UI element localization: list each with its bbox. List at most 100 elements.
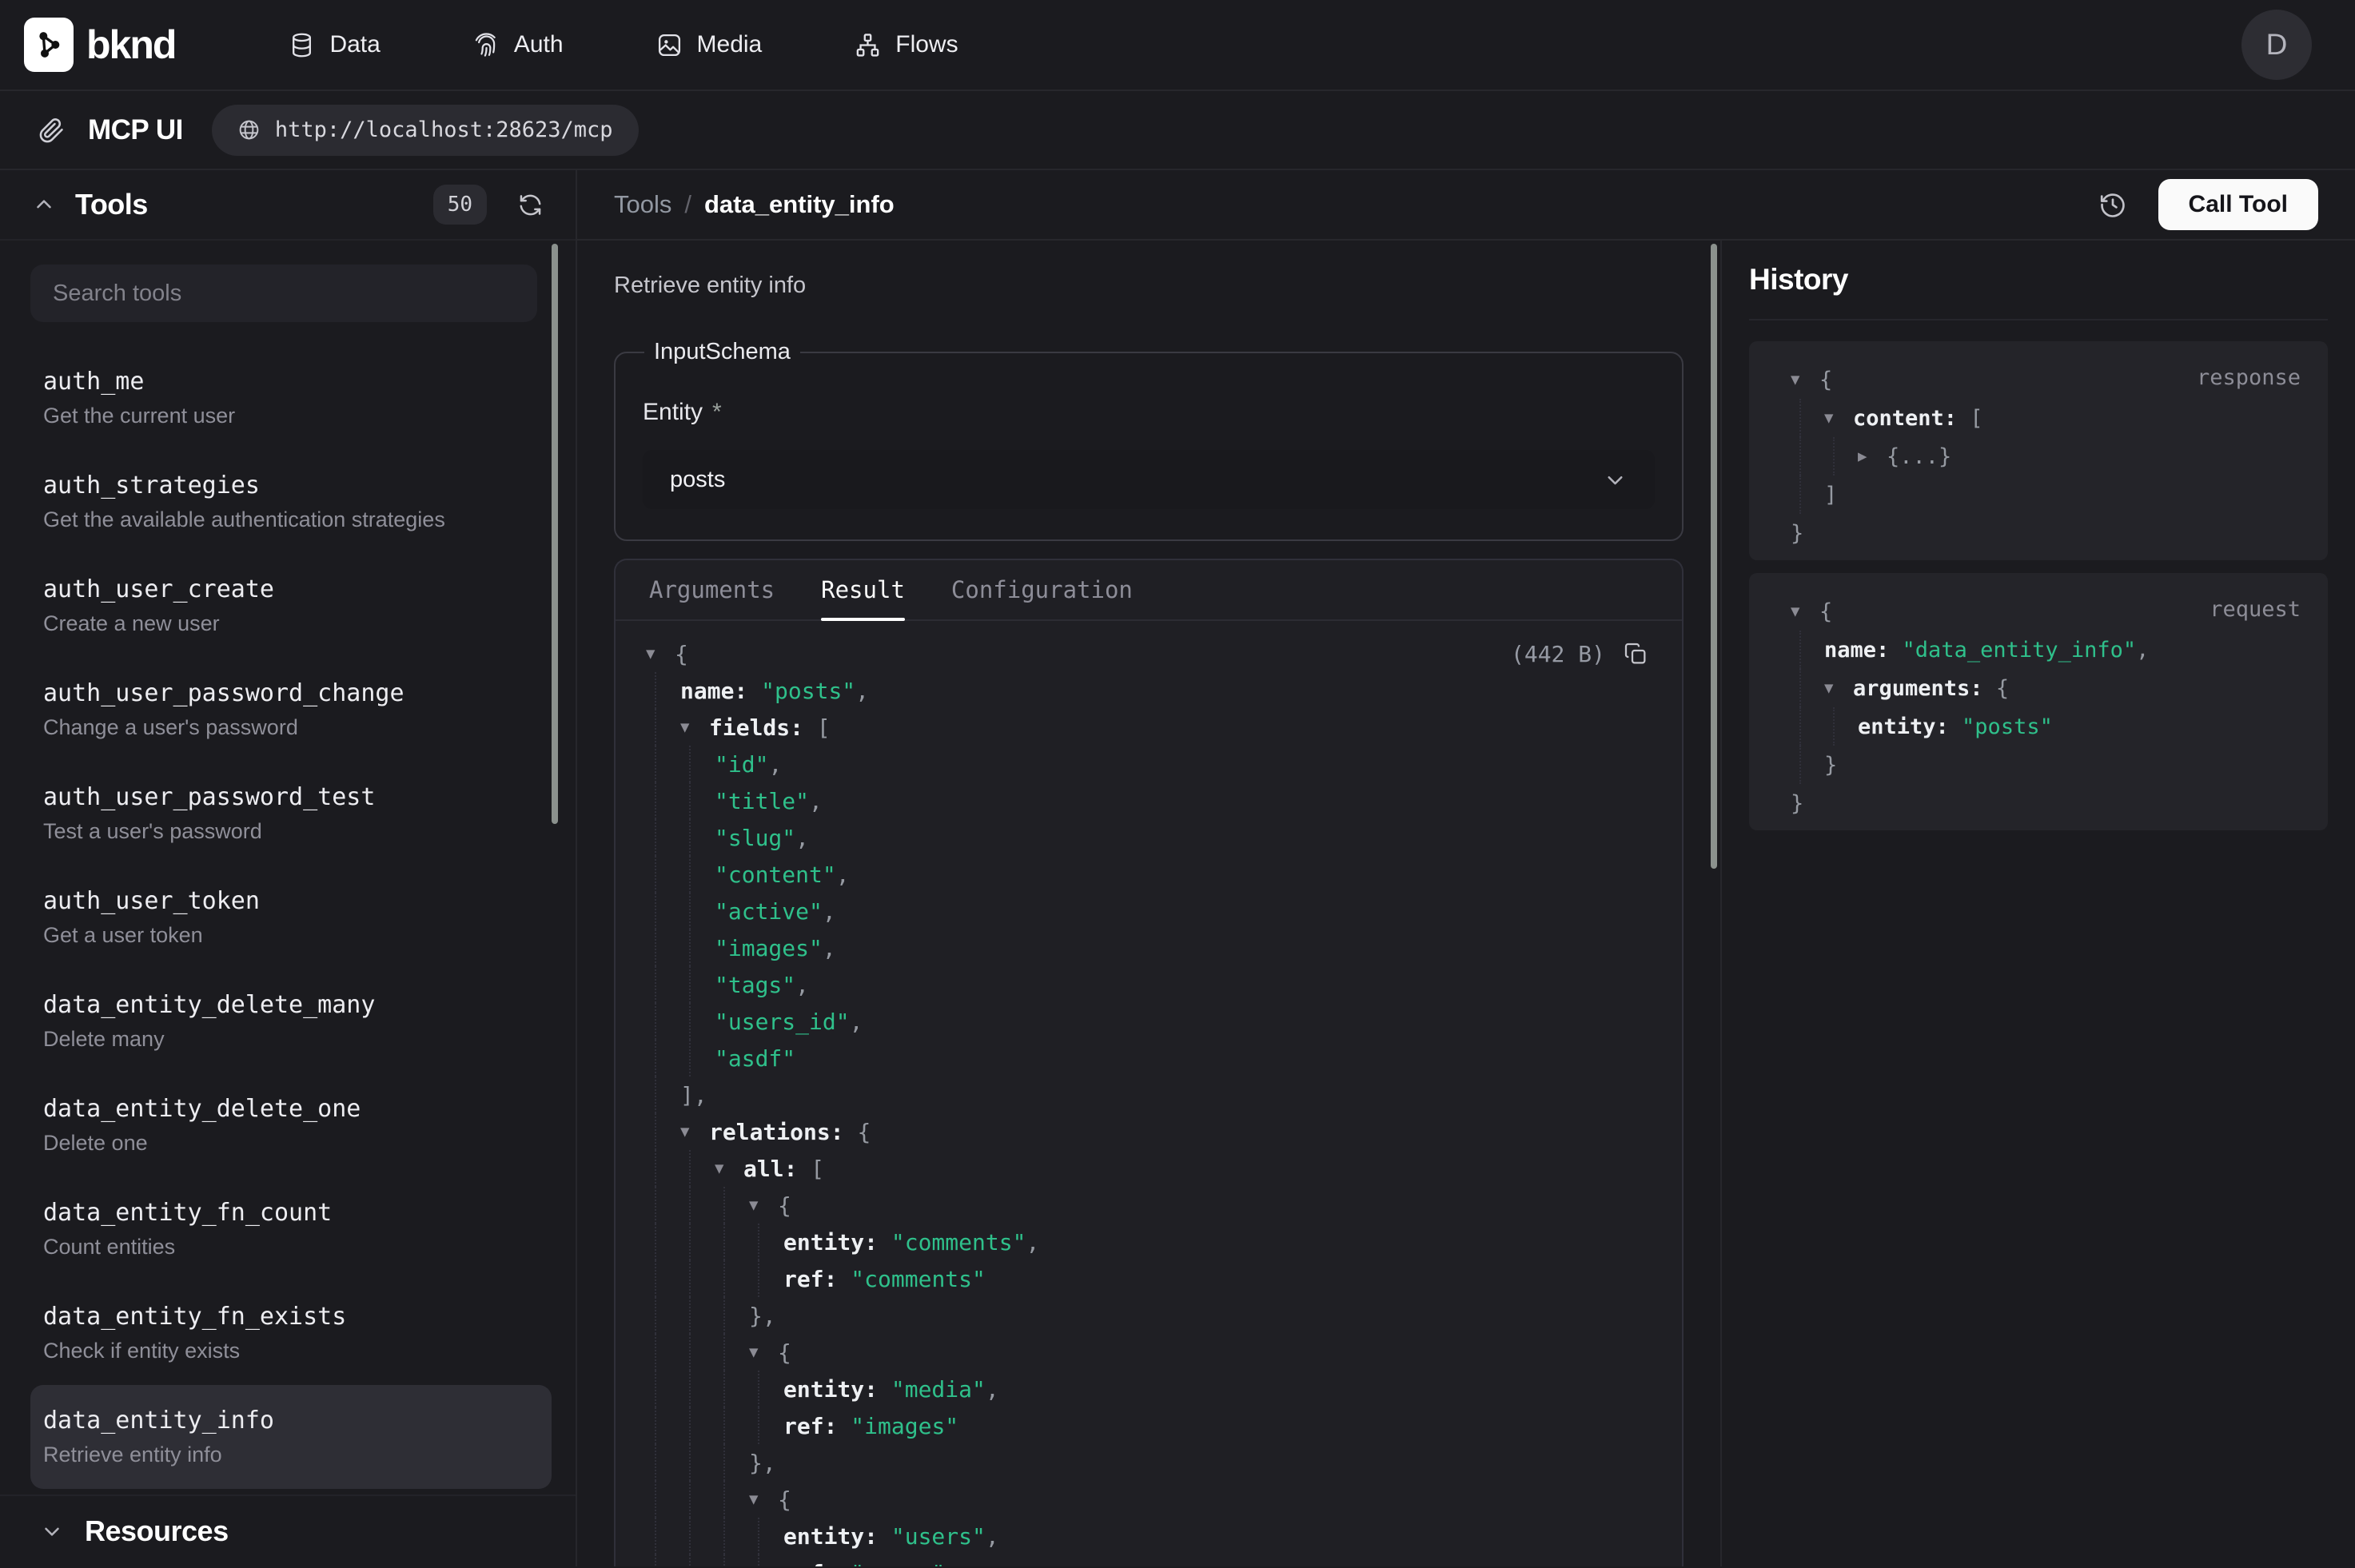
breadcrumb-section[interactable]: Tools (614, 190, 671, 219)
collapse-arrow-icon[interactable]: ▼ (1824, 409, 1853, 427)
json-token: [ (811, 1156, 824, 1182)
json-token: [ (817, 714, 831, 741)
tab-configuration[interactable]: Configuration (951, 560, 1133, 619)
tools-count-badge: 50 (433, 185, 487, 225)
collapse-arrow-icon[interactable]: ▼ (680, 1123, 709, 1140)
call-tool-button[interactable]: Call Tool (2158, 179, 2318, 230)
indent-guide (689, 1224, 691, 1260)
collapse-arrow-icon[interactable]: ▼ (749, 1196, 778, 1214)
collapse-arrow-icon[interactable]: ▼ (1824, 679, 1853, 697)
tool-list-item[interactable]: data_entity_fn_existsCheck if entity exi… (30, 1281, 552, 1385)
tool-list-item[interactable]: auth_user_password_testTest a user's pas… (30, 762, 552, 866)
json-token: , (823, 935, 836, 961)
tool-list-item[interactable]: auth_user_tokenGet a user token (30, 866, 552, 969)
history-card[interactable]: response▼{▼content: [▶{...}]} (1749, 341, 2328, 560)
json-token: "content" (715, 862, 836, 888)
json-token: content: (1853, 406, 1970, 431)
json-line: ▶{...} (1771, 437, 2301, 476)
json-token: { (1996, 676, 2009, 701)
json-line: ref: "users" (616, 1554, 1682, 1566)
tab-arguments[interactable]: Arguments (649, 560, 775, 619)
collapse-arrow-icon[interactable]: ▼ (1791, 371, 1819, 388)
collapse-arrow-icon[interactable]: ▼ (749, 1343, 778, 1361)
indent-guide (689, 1150, 691, 1187)
indent-guide (758, 1407, 759, 1444)
json-token: "posts" (761, 678, 855, 704)
nav-item-data[interactable]: Data (289, 31, 380, 58)
collapse-arrow-icon[interactable]: ▼ (1791, 603, 1819, 620)
json-token: "data_entity_info" (1903, 638, 2137, 663)
indent-guide (723, 1297, 725, 1334)
json-token: , (2136, 638, 2149, 663)
indent-guide (723, 1187, 725, 1224)
server-url-pill[interactable]: http://localhost:28623/mcp (212, 105, 639, 156)
json-token: "images" (851, 1413, 958, 1439)
json-token: relations: (709, 1119, 857, 1145)
json-line: ref: "comments" (616, 1260, 1682, 1297)
collapse-arrow-icon[interactable]: ▼ (646, 645, 675, 663)
copy-icon[interactable] (1623, 641, 1648, 667)
nav-item-media[interactable]: Media (656, 31, 763, 58)
nav-item-flows[interactable]: Flows (855, 31, 958, 58)
collapse-arrow-icon[interactable]: ▼ (749, 1490, 778, 1508)
indent-guide (723, 1481, 725, 1518)
json-token: , (768, 751, 782, 778)
tool-list-item[interactable]: data_entity_delete_manyDelete many (30, 969, 552, 1073)
result-size-label: (442 B) (1511, 641, 1605, 667)
nav-item-auth[interactable]: Auth (473, 31, 564, 58)
result-panel: Arguments Result Configuration ▼{(442 B)… (614, 559, 1684, 1566)
indent-guide (655, 782, 656, 819)
json-line: name: "posts", (616, 672, 1682, 709)
json-token: { (675, 641, 688, 667)
json-token: { (1819, 368, 1832, 392)
json-token: {...} (1887, 444, 1951, 469)
tab-result[interactable]: Result (821, 560, 905, 619)
app-frame: Tools 50 auth_meGet the current userauth… (0, 170, 2355, 1566)
tool-list-item[interactable]: data_entity_delete_oneDelete one (30, 1073, 552, 1177)
indent-guide (758, 1518, 759, 1554)
input-schema-fieldset: InputSchema Entity* posts (614, 339, 1684, 541)
brand[interactable]: bknd (24, 18, 175, 72)
tool-list-item[interactable]: auth_strategiesGet the available authent… (30, 450, 552, 554)
tool-description: Count entities (43, 1233, 540, 1260)
resources-section-header[interactable]: Resources (0, 1494, 576, 1566)
indent-guide (655, 746, 656, 782)
indent-guide (689, 1554, 691, 1566)
chevron-up-icon[interactable] (32, 193, 56, 217)
bknd-logo-icon (24, 18, 74, 72)
indent-guide (689, 1187, 691, 1224)
indent-guide (655, 1554, 656, 1566)
clock-history-icon[interactable] (2098, 189, 2128, 220)
indent-guide (689, 1481, 691, 1518)
nav-label: Data (329, 31, 380, 58)
json-token: { (1819, 599, 1832, 624)
search-input[interactable] (30, 265, 537, 322)
database-icon (289, 32, 315, 58)
json-line: ▼arguments: { (1771, 669, 2301, 707)
expand-arrow-icon[interactable]: ▶ (1858, 448, 1887, 465)
collapse-arrow-icon[interactable]: ▼ (715, 1160, 743, 1177)
content-row: Retrieve entity info InputSchema Entity*… (577, 241, 2355, 1566)
tool-list-item[interactable]: data_entity_fn_countCount entities (30, 1177, 552, 1281)
indent-guide (689, 1260, 691, 1297)
history-card[interactable]: request▼{name: "data_entity_info",▼argum… (1749, 573, 2328, 830)
tool-name: auth_user_password_change (43, 679, 540, 709)
json-line: ▼{ (1771, 592, 2301, 631)
tool-list-item[interactable]: auth_user_createCreate a new user (30, 554, 552, 658)
main-scrollbar[interactable] (1711, 244, 1717, 869)
json-token: ], (680, 1082, 707, 1108)
collapse-arrow-icon[interactable]: ▼ (680, 718, 709, 736)
tool-name: auth_strategies (43, 471, 540, 501)
tool-list-item[interactable]: data_entity_infoRetrieve entity info (30, 1385, 552, 1489)
tool-name: auth_me (43, 367, 540, 397)
refresh-icon[interactable] (517, 192, 544, 218)
user-avatar[interactable]: D (2241, 10, 2312, 80)
sidebar-scrollbar[interactable] (552, 244, 558, 824)
tool-list-item[interactable]: auth_meGet the current user (30, 346, 552, 450)
indent-guide (655, 709, 656, 746)
json-line: ] (1771, 476, 2301, 514)
required-marker: * (712, 399, 722, 425)
json-token: }, (749, 1450, 776, 1476)
entity-select[interactable]: posts (643, 450, 1655, 509)
tool-list-item[interactable]: auth_user_password_changeChange a user's… (30, 658, 552, 762)
